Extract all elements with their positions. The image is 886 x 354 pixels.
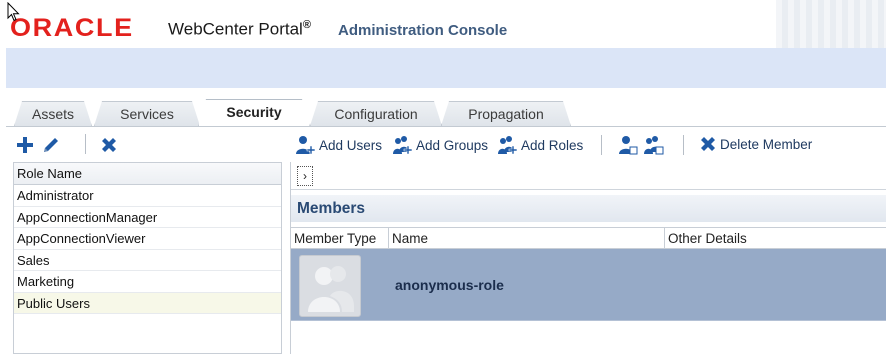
members-table-empty-area: [291, 322, 886, 354]
header-decoration: [776, 0, 886, 48]
add-roles-button[interactable]: Add Roles: [497, 135, 583, 155]
role-row-appconnectionviewer[interactable]: AppConnectionViewer: [14, 228, 281, 250]
group-settings-icon[interactable]: [643, 135, 665, 155]
members-toolbar: Add Users Add Groups Add Roles Delete Me…: [290, 131, 886, 157]
console-title: Administration Console: [338, 22, 508, 39]
delete-icon: [701, 137, 715, 151]
tab-services[interactable]: Services: [94, 101, 200, 126]
delete-member-label: Delete Member: [720, 136, 813, 152]
tab-propagation[interactable]: Propagation: [441, 101, 571, 126]
role-row-public-users[interactable]: Public Users: [14, 292, 281, 314]
app-header: ORACLE WebCenter Portal® Administration …: [0, 0, 886, 48]
tab-configuration[interactable]: Configuration: [310, 101, 442, 126]
table-row[interactable]: anonymous-role: [291, 249, 886, 321]
member-name: anonymous-role: [395, 277, 504, 293]
member-type-column-header[interactable]: Member Type: [291, 228, 389, 249]
add-role-icon: [498, 136, 518, 155]
header-band: [6, 48, 886, 88]
detail-strip: ›: [291, 162, 886, 190]
add-roles-label: Add Roles: [521, 137, 584, 153]
other-details-column-header[interactable]: Other Details: [665, 228, 886, 249]
role-name-column-header[interactable]: Role Name: [14, 163, 281, 185]
role-row-marketing[interactable]: Marketing: [14, 271, 281, 293]
delete-member-button[interactable]: Delete Member: [698, 135, 812, 153]
role-row-appconnectionmanager[interactable]: AppConnectionManager: [14, 207, 281, 228]
user-settings-icon[interactable]: [617, 135, 639, 155]
expand-button[interactable]: ›: [297, 166, 313, 186]
mouse-cursor-icon: [7, 2, 20, 22]
role-row-sales[interactable]: Sales: [14, 250, 281, 271]
members-title: Members: [291, 195, 886, 222]
members-panel: › Members Member Type Name Other Details…: [290, 162, 886, 354]
add-users-label: Add Users: [319, 137, 383, 153]
toolbar-separator: [683, 135, 684, 155]
add-user-icon: [296, 136, 316, 155]
toolbar-separator: [601, 135, 602, 155]
toolbar-separator: [85, 134, 86, 154]
group-avatar-icon: [299, 255, 361, 317]
roles-toolbar: [6, 131, 281, 157]
oracle-logo: ORACLE: [10, 14, 134, 42]
add-users-button[interactable]: Add Users: [295, 135, 382, 155]
add-icon[interactable]: [16, 136, 34, 154]
delete-icon[interactable]: [100, 136, 118, 154]
add-group-icon: [393, 136, 413, 155]
members-table-header: Member Type Name Other Details: [291, 227, 886, 249]
name-column-header[interactable]: Name: [389, 228, 665, 249]
add-groups-label: Add Groups: [416, 137, 489, 153]
roles-table: Role Name Administrator AppConnectionMan…: [13, 162, 282, 354]
add-groups-button[interactable]: Add Groups: [392, 135, 488, 155]
edit-icon[interactable]: [41, 135, 61, 155]
role-row-administrator[interactable]: Administrator: [14, 185, 281, 207]
product-name: WebCenter Portal®: [168, 19, 311, 39]
tab-divider: [6, 126, 886, 127]
tab-security[interactable]: Security: [198, 99, 310, 127]
tab-assets[interactable]: Assets: [14, 101, 92, 126]
